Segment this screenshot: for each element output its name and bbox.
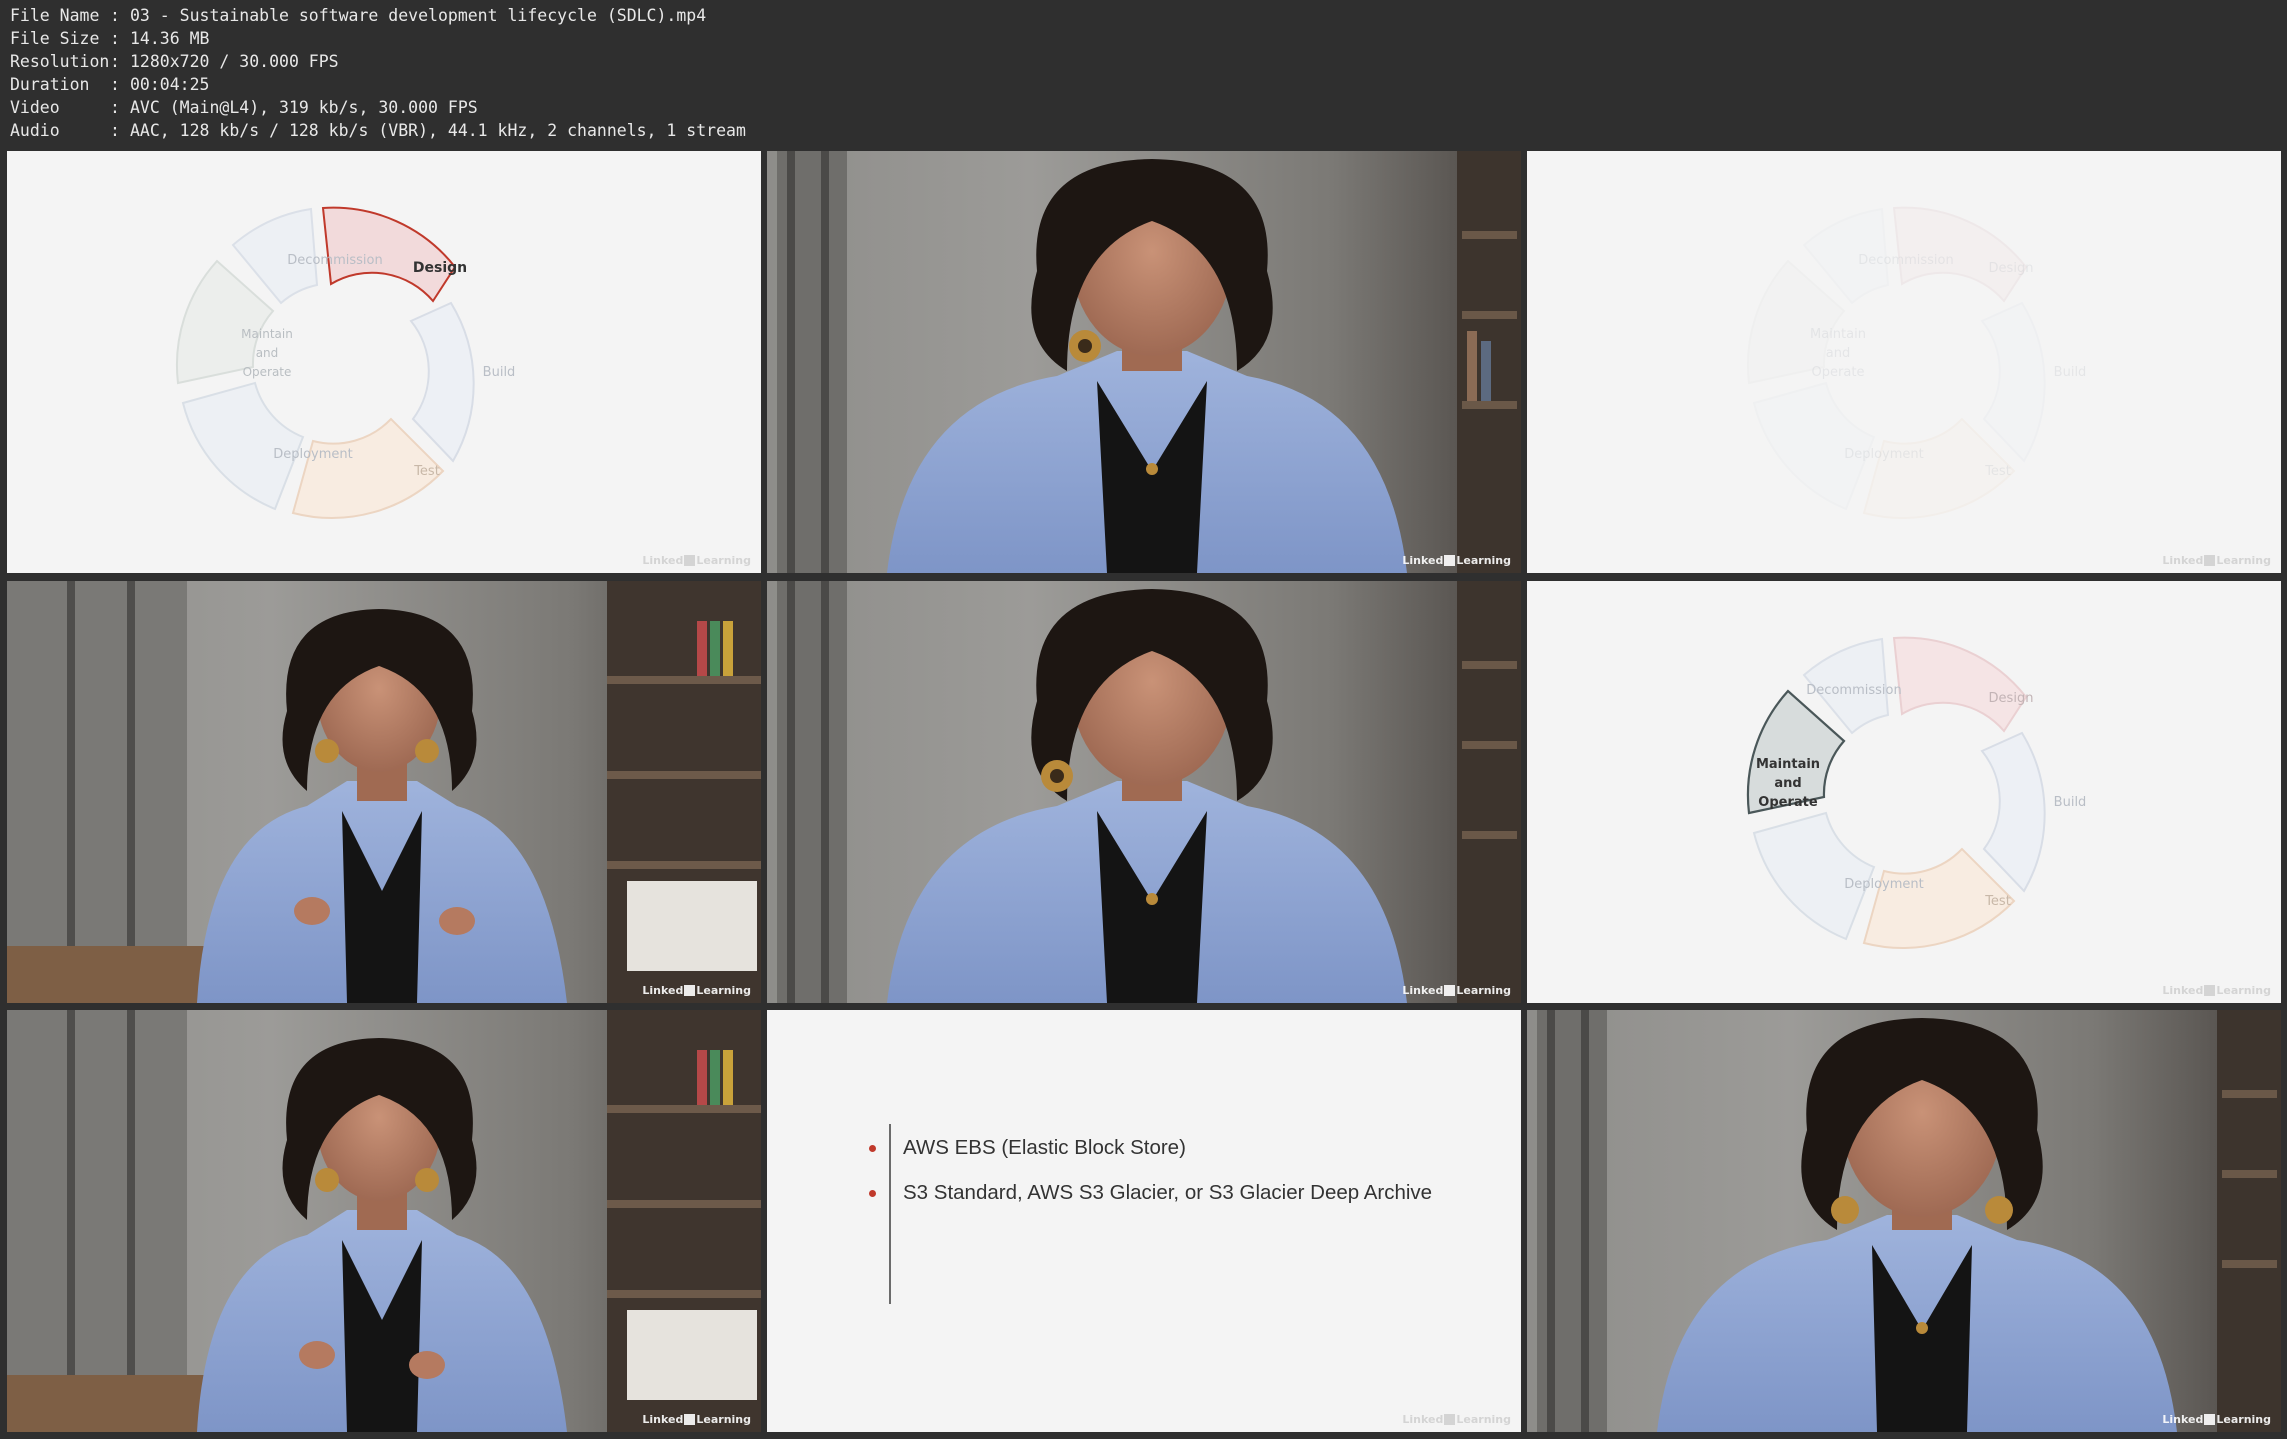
- linkedin-learning-watermark: Linked Learning: [642, 984, 751, 997]
- cycle-label-test: Test: [413, 464, 440, 479]
- thumbnail-cycle-maintain: Design Build Test Deployment Maintain an…: [1527, 581, 2281, 1003]
- cycle-label-design: Design: [413, 260, 467, 276]
- presenter-frame-image: [767, 151, 1521, 573]
- cycle-label-operate: Operate: [1812, 365, 1865, 380]
- cycle-label-and: and: [256, 346, 279, 360]
- linkedin-learning-watermark: Linked Learning: [642, 1413, 751, 1426]
- cycle-label-deployment: Deployment: [1844, 447, 1924, 462]
- cycle-label-decommission: Decommission: [287, 253, 382, 268]
- presenter-frame-image: [1527, 1010, 2281, 1432]
- linkedin-learning-watermark: Linked Learning: [2162, 984, 2271, 997]
- sdlc-cycle-diagram-faded: Design Build Test Deployment Maintain an…: [1746, 206, 2087, 519]
- linkedin-learning-watermark: Linked Learning: [2162, 1413, 2271, 1426]
- cycle-label-design: Design: [1989, 691, 2034, 706]
- thumbnail-grid: Design Build Test Deployment Maintain an…: [0, 0, 2287, 1439]
- thumbnail-presenter-4: Linked Learning: [7, 1010, 761, 1432]
- cycle-label-build: Build: [483, 365, 516, 380]
- cycle-label-build: Build: [2054, 795, 2087, 810]
- cycle-label-deployment: Deployment: [273, 447, 353, 462]
- linkedin-learning-watermark: Linked Learning: [1402, 554, 1511, 567]
- sdlc-cycle-diagram: Design Build Test Deployment Maintain an…: [1746, 636, 2087, 949]
- bullet-item: AWS EBS (Elastic Block Store): [869, 1130, 1432, 1175]
- bullet-dot-icon: [869, 1145, 876, 1152]
- cycle-label-and: and: [1774, 776, 1801, 791]
- thumbnail-presenter-5: Linked Learning: [1527, 1010, 2281, 1432]
- cycle-label-and: and: [1826, 346, 1850, 361]
- cycle-label-maintain: Maintain: [241, 327, 293, 341]
- thumbnail-presenter-3: Linked Learning: [767, 581, 1521, 1003]
- presenter-frame-image: [7, 581, 761, 1003]
- linkedin-learning-watermark: Linked Learning: [2162, 554, 2271, 567]
- thumbnail-presenter-2: Linked Learning: [7, 581, 761, 1003]
- cycle-label-test: Test: [1984, 894, 2011, 909]
- presenter-frame-image: [7, 1010, 761, 1432]
- bullet-list: AWS EBS (Elastic Block Store) S3 Standar…: [869, 1124, 1432, 1304]
- cycle-label-build: Build: [2054, 365, 2087, 380]
- thumbnail-bullet-slide: AWS EBS (Elastic Block Store) S3 Standar…: [767, 1010, 1521, 1432]
- linkedin-learning-watermark: Linked Learning: [642, 554, 751, 567]
- cycle-label-decommission: Decommission: [1806, 683, 1901, 698]
- linkedin-learning-watermark: Linked Learning: [1402, 1413, 1511, 1426]
- cycle-label-design: Design: [1989, 261, 2034, 276]
- cycle-label-operate: Operate: [1758, 795, 1818, 810]
- presenter-frame-image: [767, 581, 1521, 1003]
- cycle-label-maintain: Maintain: [1810, 327, 1866, 342]
- bullet-item: S3 Standard, AWS S3 Glacier, or S3 Glaci…: [869, 1175, 1432, 1220]
- bullet-dot-icon: [869, 1190, 876, 1197]
- cycle-label-deployment: Deployment: [1844, 877, 1924, 892]
- cycle-label-test: Test: [1984, 464, 2011, 479]
- thumbnail-cycle-design: Design Build Test Deployment Maintain an…: [7, 151, 761, 573]
- sdlc-cycle-diagram: Design Build Test Deployment Maintain an…: [175, 206, 516, 519]
- cycle-label-operate: Operate: [243, 365, 292, 379]
- cycle-label-decommission: Decommission: [1858, 253, 1953, 268]
- cycle-label-maintain: Maintain: [1756, 757, 1820, 772]
- thumbnail-presenter-1: Linked Learning: [767, 151, 1521, 573]
- thumbnail-cycle-faded: Design Build Test Deployment Maintain an…: [1527, 151, 2281, 573]
- linkedin-learning-watermark: Linked Learning: [1402, 984, 1511, 997]
